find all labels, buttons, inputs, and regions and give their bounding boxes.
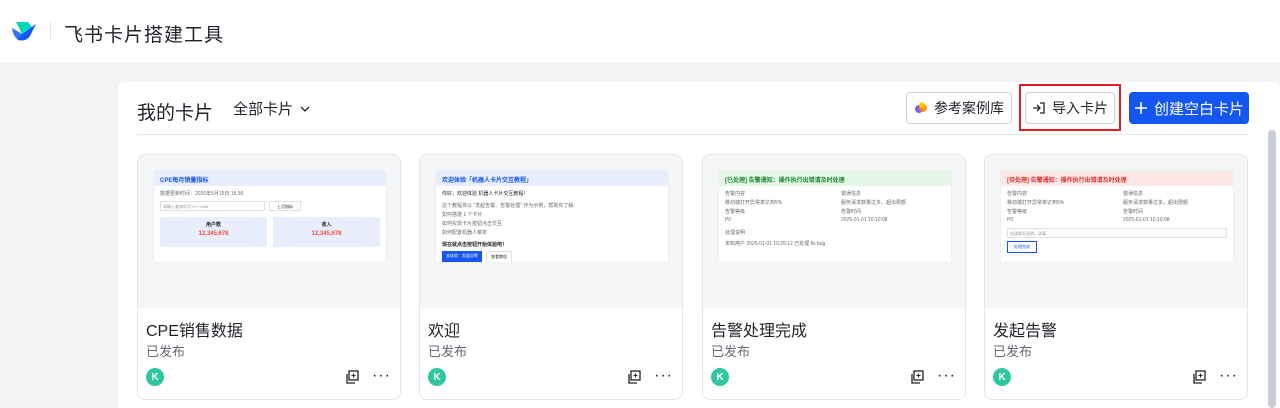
preview-alert-done: [已处理] 告警通知：操作执行出错请及时处理 告警内容 移动端打开异常率达到5%… [719, 171, 951, 262]
card-item[interactable]: CPE每月销量指标 数据更新时间：2020年5月15日 16:36 请输入查询年… [137, 154, 401, 400]
copy-icon[interactable] [1191, 369, 1207, 385]
more-icon[interactable]: ··· [1219, 367, 1238, 385]
page-title: 我的卡片 [137, 103, 214, 124]
preview-primary-button: 去体验：发起告警 [442, 251, 482, 262]
card-preview: [已处理] 告警通知：操作执行出错请及时处理 告警内容 移动端打开异常率达到5%… [703, 155, 965, 308]
plus-icon [1134, 102, 1147, 114]
copy-icon[interactable] [344, 369, 360, 385]
preview-header: 欢迎体验「机器人卡片交互教程」 [436, 171, 668, 186]
preview-log: 未知用户 2025-01-01 10:25:12 已处理 fix bug [725, 241, 826, 247]
card-item[interactable]: [已处理] 告警通知：操作执行出错请及时处理 告警内容 移动端打开异常率达到5%… [702, 154, 966, 400]
library-icon [915, 102, 927, 113]
preview-header: CPE每月销量指标 [154, 171, 386, 186]
preview-field-value: 2025-01-01 10:10:08 [1123, 217, 1170, 223]
card-name: CPE销售数据 [146, 323, 243, 340]
preview-field-value: P0 [725, 217, 732, 223]
preview-field-value: 移动端打开异常率达到5% [1007, 200, 1065, 206]
preview-field-label: 告警内容 [1007, 191, 1028, 197]
preview-cpe-sales: CPE每月销量指标 数据更新时间：2020年5月15日 16:36 请输入查询年… [154, 171, 386, 262]
more-icon[interactable]: ··· [372, 367, 391, 385]
preview-update-time: 数据更新时间：2020年5月15日 16:36 [160, 191, 244, 197]
header-divider [137, 134, 1249, 135]
more-icon[interactable]: ··· [654, 367, 673, 385]
preview-field-value: 移动端打开异常率达到5% [725, 200, 783, 206]
preview-input: 处理情况说明，选填 [1007, 228, 1227, 238]
card-item[interactable]: 欢迎体验「机器人卡片交互教程」 你好，欢迎体验 机器人卡片交互教程！ 这个教程将… [419, 154, 683, 400]
card-filter-dropdown[interactable]: 全部卡片 [233, 98, 311, 119]
preview-field-label: 告警时间 [1123, 209, 1144, 215]
filter-label: 全部卡片 [233, 101, 294, 118]
preview-field-value: P0 [1007, 217, 1014, 223]
copy-icon[interactable] [626, 369, 642, 385]
preview-field-label: 告警时间 [841, 209, 862, 215]
import-icon [1033, 102, 1045, 114]
avatar[interactable]: K [993, 368, 1011, 386]
preview-header: [待处理] 告警通知：操作执行出错请及时处理 [1001, 171, 1233, 186]
preview-secondary-button: 查看教程 [486, 251, 512, 262]
preview-metric-label: 用户数 [205, 222, 221, 228]
preview-welcome: 欢迎体验「机器人卡片交互教程」 你好，欢迎体验 机器人卡片交互教程！ 这个教程将… [436, 171, 668, 262]
topbar-divider [50, 22, 51, 40]
card-status: 已发布 [993, 344, 1033, 359]
preview-bullet: 如何搭建 1 个卡片 [442, 212, 483, 218]
preview-field-value: 2025-01-01 10:10:08 [841, 217, 888, 223]
card-status: 已发布 [146, 344, 186, 359]
card-preview: 欢迎体验「机器人卡片交互教程」 你好，欢迎体验 机器人卡片交互教程！ 这个教程将… [420, 155, 682, 308]
preview-raise-alert: [待处理] 告警通知：操作执行出错请及时处理 告警内容 移动端打开异常率达到5%… [1001, 171, 1233, 262]
preview-intro: 这个教程将以 "发起告警、告警处理" 作为示例，帮助你了解： [442, 203, 579, 209]
card-name: 欢迎 [428, 323, 461, 340]
preview-field-label: 告警等级 [725, 209, 746, 215]
preview-bullet: 如何配置机器人菜单 [442, 230, 488, 236]
create-blank-card-button[interactable]: 创建空白卡片 [1129, 92, 1249, 124]
preview-field-value: 服务请求数量过多，超出限额 [841, 200, 907, 206]
avatar[interactable]: K [428, 368, 446, 386]
preview-header: [已处理] 告警通知：操作执行出错请及时处理 [719, 171, 951, 186]
preview-bullet: 如何实现卡片按钮点击交互 [442, 221, 503, 227]
card-item[interactable]: [待处理] 告警通知：操作执行出错请及时处理 告警内容 移动端打开异常率达到5%… [984, 154, 1248, 400]
card-preview: CPE每月销量指标 数据更新时间：2020年5月15日 16:36 请输入查询年… [138, 155, 400, 308]
copy-icon[interactable] [909, 369, 925, 385]
preview-section-label: 处理说明 [725, 230, 746, 236]
top-bar: 飞书卡片搭建工具 [0, 0, 1280, 62]
preview-metric-label: 收入 [321, 222, 332, 228]
preview-field-label: 错误信息 [841, 191, 862, 197]
card-status: 已发布 [711, 344, 751, 359]
preview-field-value: 服务请求数量过多，超出限额 [1123, 200, 1189, 206]
preview-button: 上月指标 [269, 201, 301, 211]
preview-greeting: 你好，欢迎体验 机器人卡片交互教程！ [442, 191, 529, 197]
scrollbar[interactable] [1268, 130, 1276, 408]
app-title: 飞书卡片搭建工具 [64, 25, 225, 46]
avatar[interactable]: K [146, 368, 164, 386]
import-card-label: 导入卡片 [1052, 100, 1108, 116]
my-cards-panel: 我的卡片 全部卡片 参考案例库 导入卡片 创建空白卡片 CPE每月销量指标 数据… [118, 82, 1280, 408]
preview-metric-value: 12,345,678 [311, 231, 342, 237]
preview-field-label: 错误信息 [1123, 191, 1144, 197]
card-preview: [待处理] 告警通知：操作执行出错请及时处理 告警内容 移动端打开异常率达到5%… [985, 155, 1247, 308]
card-status: 已发布 [428, 344, 468, 359]
preview-input: 请输入查询年月YYYYMM [160, 201, 265, 211]
preview-cta: 现在就点击按钮开始体验吧！ [442, 242, 508, 248]
reference-library-button[interactable]: 参考案例库 [906, 92, 1012, 124]
chevron-down-icon [300, 106, 310, 112]
import-card-button[interactable]: 导入卡片 [1025, 92, 1115, 124]
create-blank-card-label: 创建空白卡片 [1153, 100, 1244, 118]
preview-metric-value: 12,345,678 [198, 231, 229, 237]
preview-field-label: 告警内容 [725, 191, 746, 197]
card-name: 发起告警 [993, 323, 1058, 340]
avatar[interactable]: K [711, 368, 729, 386]
more-icon[interactable]: ··· [937, 367, 956, 385]
reference-library-label: 参考案例库 [934, 100, 1004, 116]
feishu-logo-icon[interactable] [10, 20, 38, 42]
preview-field-label: 告警等级 [1007, 209, 1028, 215]
card-name: 告警处理完成 [711, 323, 808, 340]
preview-button: 处理完成 [1007, 241, 1037, 253]
